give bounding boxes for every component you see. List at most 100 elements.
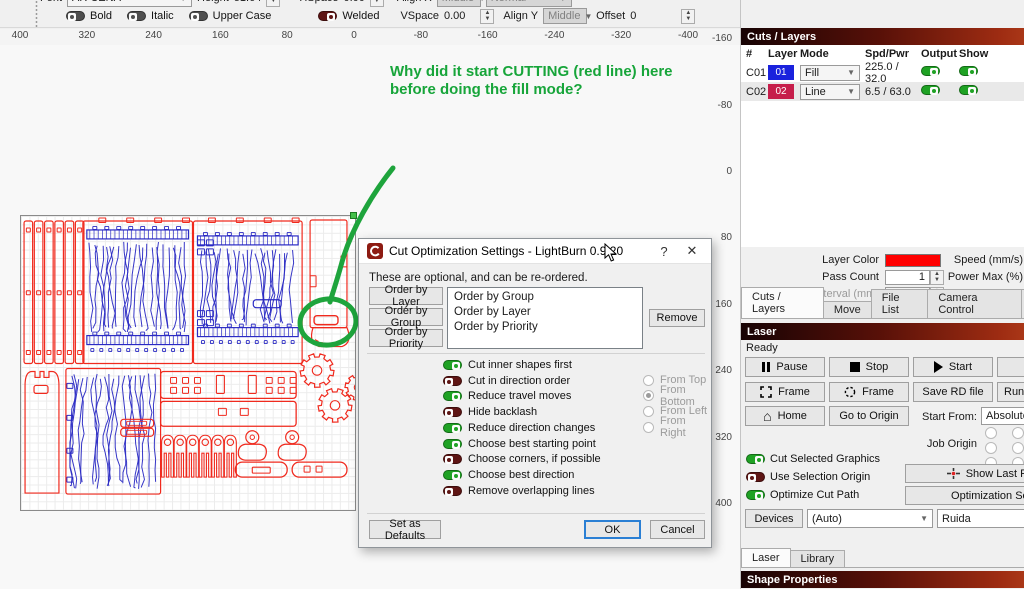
welded-toggle[interactable] — [318, 11, 337, 21]
tab-laser[interactable]: Laser — [741, 548, 791, 567]
cuts-list-empty-area — [741, 101, 1024, 247]
radio-from-left[interactable] — [643, 406, 654, 417]
frame-circle-button[interactable]: Frame — [829, 382, 909, 402]
toggle-cut-in-direction-order[interactable] — [443, 376, 462, 386]
job-origin-radio[interactable] — [985, 442, 997, 454]
start-button[interactable]: Start — [913, 357, 993, 377]
pass-count-input[interactable]: 1 — [885, 270, 930, 285]
toggle-reduce-travel-moves[interactable] — [443, 391, 462, 401]
tab-library[interactable]: Library — [790, 550, 846, 567]
offset-spinner[interactable]: ▲▼ — [681, 9, 695, 24]
height-spinner[interactable]: ▲▼ — [266, 0, 280, 7]
dialog-titlebar[interactable]: Cut Optimization Settings - LightBurn 0.… — [359, 239, 711, 264]
set-defaults-button[interactable]: Set as Defaults — [369, 520, 441, 539]
pass-count-spinner[interactable]: ▲▼ — [930, 270, 944, 285]
device-auto-combo[interactable]: (Auto)▼ — [807, 509, 933, 528]
layer-color-swatch[interactable] — [885, 254, 941, 267]
cancel-button[interactable]: Cancel — [650, 520, 705, 539]
layer-row[interactable]: C0101Fill▼225.0 / 32.0 — [741, 63, 1024, 82]
optimize-cut-path-toggle[interactable] — [746, 490, 765, 500]
order-button-order-by-layer[interactable]: Order by Layer — [369, 287, 443, 305]
layer-color-chip[interactable]: 01 — [768, 65, 794, 80]
ok-button[interactable]: OK — [584, 520, 641, 539]
toggle-choose-best-starting-point[interactable] — [443, 439, 462, 449]
tab-camera-control[interactable]: Camera Control — [927, 289, 1022, 318]
start-from-combo[interactable]: Absolute▼ — [981, 407, 1024, 425]
start-from-label: Start From: — [901, 411, 977, 423]
laser-status: Ready — [746, 342, 778, 354]
hspace-spinner[interactable]: ▲▼ — [370, 0, 384, 7]
toggle-choose-best-direction[interactable] — [443, 470, 462, 480]
order-list-item[interactable]: Order by Priority — [454, 320, 636, 335]
italic-label: Italic — [151, 10, 174, 22]
tab-move[interactable]: Move — [823, 301, 872, 318]
radio-from-right[interactable] — [643, 422, 654, 433]
alignx-label: Align X — [397, 0, 432, 4]
output-on-toggle[interactable] — [921, 85, 940, 95]
ruler-tick: -240 — [544, 30, 564, 41]
toggle-hide-backlash[interactable] — [443, 407, 462, 417]
show-last-position-button[interactable]: Show Last Position — [905, 464, 1024, 483]
mode-combo[interactable]: Line▼ — [800, 84, 860, 100]
stop-icon — [850, 362, 860, 372]
vspace-value: 0.00 — [444, 10, 465, 22]
toggle-cut-inner-shapes-first[interactable] — [443, 360, 462, 370]
mode-combo[interactable]: Fill▼ — [800, 65, 860, 81]
radio-from-bottom[interactable] — [643, 390, 654, 401]
ruler-tick: 320 — [78, 30, 95, 41]
toggle-remove-overlapping-lines[interactable] — [443, 486, 462, 496]
optimization-settings-button[interactable]: Optimization Settings — [905, 486, 1024, 505]
order-list-item[interactable]: Order by Layer — [454, 305, 636, 320]
vspace-spinner[interactable]: ▲▼ — [480, 9, 494, 24]
job-origin-radio[interactable] — [1012, 442, 1024, 454]
send-button[interactable] — [997, 357, 1024, 377]
order-button-order-by-priority[interactable]: Order by Priority — [369, 329, 443, 347]
pause-button[interactable]: Pause — [745, 357, 825, 377]
use-selection-origin-toggle[interactable] — [746, 472, 765, 482]
go-to-origin-button[interactable]: Go to Origin — [829, 406, 909, 426]
toggle-choose-corners-if-possible[interactable] — [443, 454, 462, 464]
run-button[interactable]: Run — [997, 382, 1024, 402]
alignx-combo[interactable]: Middle▼ — [437, 0, 481, 7]
job-origin-label: Job Origin — [901, 438, 977, 450]
dialog-close-button[interactable]: ✕ — [681, 243, 703, 259]
tab-file-list[interactable]: File List — [871, 289, 929, 318]
bold-toggle[interactable] — [66, 11, 85, 21]
stop-button[interactable]: Stop — [829, 357, 909, 377]
cut-selected-graphics-toggle[interactable] — [746, 454, 765, 464]
devices-button[interactable]: Devices — [745, 509, 803, 528]
frame-square-button[interactable]: Frame — [745, 382, 825, 402]
home-button[interactable]: ⌂ Home — [745, 406, 825, 426]
dialog-help-button[interactable]: ? — [653, 244, 675, 259]
layer-color-chip[interactable]: 02 — [768, 84, 794, 99]
font-combo[interactable]: AR CENA▼ — [67, 0, 192, 7]
order-button-order-by-group[interactable]: Order by Group — [369, 308, 443, 326]
order-list[interactable]: Order by GroupOrder by LayerOrder by Pri… — [447, 287, 643, 349]
device-name-field[interactable]: Ruida — [937, 509, 1024, 528]
aligny-combo[interactable]: Middle▼ — [543, 8, 587, 24]
job-origin-radio[interactable] — [985, 427, 997, 439]
cut-optimization-dialog[interactable]: Cut Optimization Settings - LightBurn 0.… — [358, 238, 712, 548]
output-on-toggle[interactable] — [959, 85, 978, 95]
output-on-toggle[interactable] — [921, 66, 940, 76]
order-list-item[interactable]: Order by Group — [454, 290, 636, 305]
radio-from-top[interactable] — [643, 375, 654, 386]
tab-cuts-layers[interactable]: Cuts / Layers — [741, 287, 824, 318]
style-combo[interactable]: Normal▼ — [486, 0, 572, 7]
toggle-reduce-direction-changes[interactable] — [443, 423, 462, 433]
toolbar-drag-handle[interactable] — [35, 0, 38, 28]
frame-circle-icon — [844, 386, 856, 398]
remove-button[interactable]: Remove — [649, 309, 705, 327]
shape-properties-header: Shape Properties — [741, 571, 1024, 588]
output-on-toggle[interactable] — [959, 66, 978, 76]
save-rd-file-button[interactable]: Save RD file — [913, 382, 993, 402]
job-origin-radio[interactable] — [1012, 427, 1024, 439]
italic-toggle[interactable] — [127, 11, 146, 21]
cuts-layers-header: Cuts / Layers — [741, 28, 1024, 45]
chevron-down-icon: ▼ — [920, 514, 928, 523]
annotation-text: Why did it start CUTTING (red line) here… — [390, 63, 725, 99]
layer-row[interactable]: C0202Line▼6.5 / 63.0 — [741, 82, 1024, 101]
upper-case-toggle[interactable] — [189, 11, 208, 21]
lightburn-logo-icon — [367, 243, 383, 259]
offset-label: Offset — [596, 10, 625, 22]
